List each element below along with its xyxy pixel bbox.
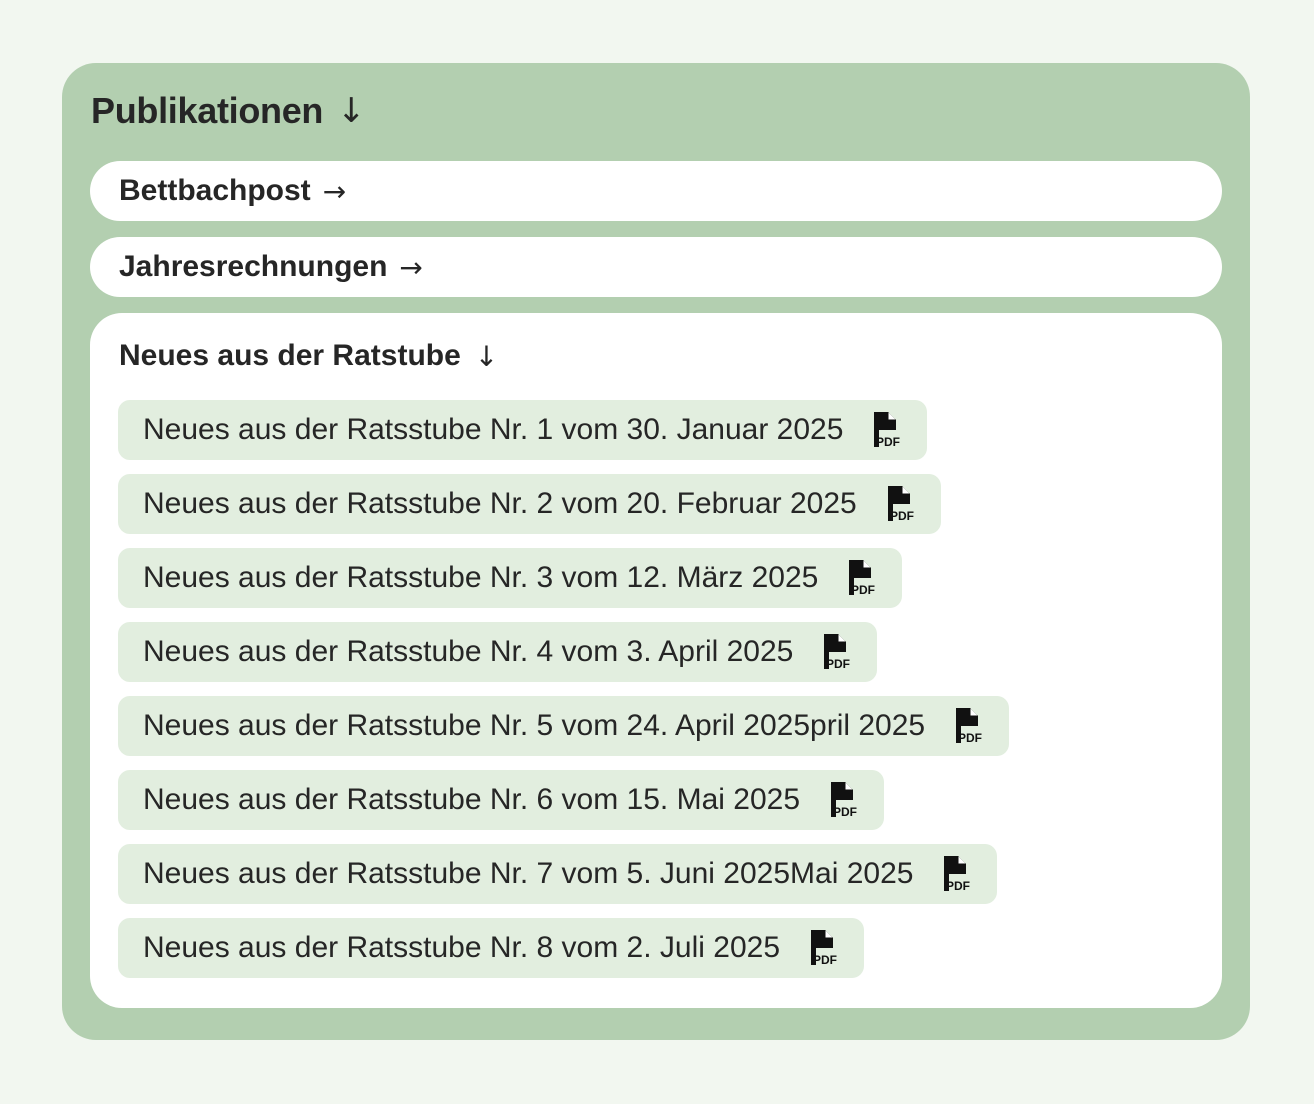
document-link[interactable]: Neues aus der Ratsstube Nr. 4 vom 3. Apr… [118,622,878,682]
document-link[interactable]: Neues aus der Ratsstube Nr. 7 vom 5. Jun… [118,844,998,904]
arrow-down-icon: ↓ [474,339,499,373]
document-label: Neues aus der Ratsstube Nr. 2 vom 20. Fe… [143,487,857,520]
section-bettbachpost[interactable]: Bettbachpost → [90,161,1222,221]
section-label: Jahresrechnungen [119,250,388,283]
svg-text:PDF: PDF [890,509,914,523]
document-link[interactable]: Neues aus der Ratsstube Nr. 1 vom 30. Ja… [118,400,928,460]
section-heading[interactable]: Neues aus der Ratstube ↓ [119,339,498,373]
section-jahresrechnungen[interactable]: Jahresrechnungen → [90,237,1222,297]
document-link[interactable]: Neues aus der Ratsstube Nr. 8 vom 2. Jul… [118,918,865,978]
document-label: Neues aus der Ratsstube Nr. 5 vom 24. Ap… [143,709,926,742]
document-link[interactable]: Neues aus der Ratsstube Nr. 2 vom 20. Fe… [118,474,941,534]
pdf-file-icon: PDF [874,412,900,449]
pdf-file-icon: PDF [956,708,982,745]
publications-heading[interactable]: Publikationen ↓ [91,90,366,132]
document-label: Neues aus der Ratsstube Nr. 7 vom 5. Jun… [143,857,914,890]
svg-text:PDF: PDF [833,805,857,819]
document-label: Neues aus der Ratsstube Nr. 6 vom 15. Ma… [143,783,801,816]
pdf-file-icon: PDF [944,856,970,893]
pdf-file-icon: PDF [887,486,914,523]
document-label: Neues aus der Ratsstube Nr. 1 vom 30. Ja… [143,413,844,446]
svg-text:PDF: PDF [876,435,900,449]
pdf-file-icon: PDF [811,930,837,967]
svg-text:PDF: PDF [946,879,970,893]
arrow-down-icon: ↓ [337,91,366,131]
svg-text:PDF: PDF [958,731,982,745]
document-label: Neues aus der Ratsstube Nr. 3 vom 12. Mä… [143,561,819,594]
document-list: Neues aus der Ratsstube Nr. 1 vom 30. Ja… [118,400,1010,978]
section-label: Bettbachpost [119,174,311,207]
svg-text:PDF: PDF [851,583,875,597]
arrow-right-icon: → [322,174,347,208]
pdf-file-icon: PDF [831,782,857,819]
section-title: Neues aus der Ratstube [119,339,461,372]
pdf-file-icon: PDF [849,560,875,597]
arrow-right-icon: → [399,250,423,284]
publications-title: Publikationen [91,90,324,131]
section-neues-aus-der-ratstube: Neues aus der Ratstube ↓ Neues aus der R… [90,313,1222,1008]
document-link[interactable]: Neues aus der Ratsstube Nr. 3 vom 12. Mä… [118,548,903,608]
publications-panel: Publikationen ↓ Bettbachpost → Jahresrec… [62,63,1250,1040]
document-label: Neues aus der Ratsstube Nr. 4 vom 3. Apr… [143,635,794,668]
pdf-file-icon: PDF [824,634,850,671]
document-link[interactable]: Neues aus der Ratsstube Nr. 6 vom 15. Ma… [118,770,885,830]
document-link[interactable]: Neues aus der Ratsstube Nr. 5 vom 24. Ap… [118,696,1010,756]
document-label: Neues aus der Ratsstube Nr. 8 vom 2. Jul… [143,931,781,964]
svg-text:PDF: PDF [813,953,837,967]
svg-text:PDF: PDF [826,657,850,671]
